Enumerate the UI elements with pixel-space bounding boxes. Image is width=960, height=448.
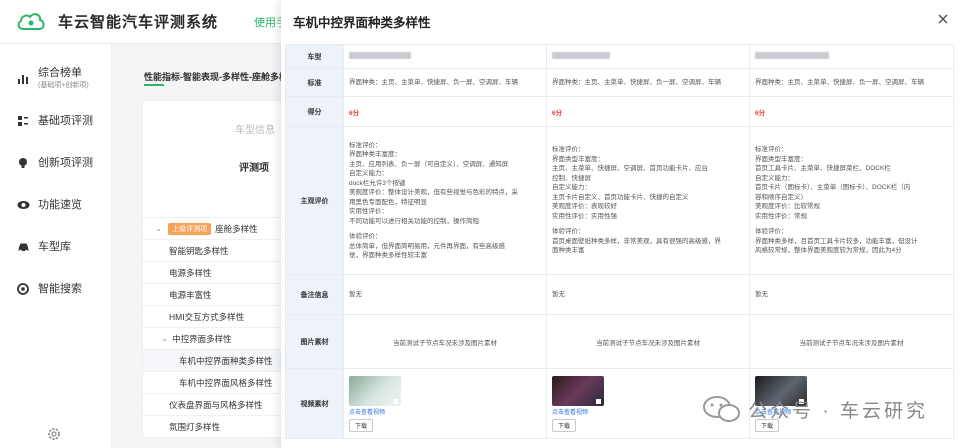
score-value: 6分 [546,96,750,127]
tree-item-label: 中控界面多样性 [172,333,232,344]
notes-value: 暂无 [546,274,750,315]
drawer-title: 车机中控界面种类多样性 [293,16,431,30]
sidebar-item-overall-ranking[interactable]: 综合榜单 (基础项+创新项) [0,58,111,100]
model-info-label: 车型信息 [235,125,275,136]
sidebar-item-label: 创新项评测 [38,157,93,169]
score-text: 6分 [349,109,360,117]
row-label: 标准 [285,68,344,97]
list-icon [16,114,30,128]
tree-item-label: 电源丰富性 [169,289,212,300]
gear-icon[interactable] [46,426,62,442]
sidebar-item-basic-eval[interactable]: 基础项评测 [0,100,111,142]
model-name-redacted [546,44,750,69]
play-icon [596,398,601,404]
eval-items-header: 评测项 [239,163,269,174]
close-icon[interactable] [936,12,950,26]
image-note: 当前测试子节点车况未涉及图片素材 [749,314,954,369]
tree-item-label: 座舱多样性 [215,223,258,234]
logo[interactable]: 车云智能汽车评测系统 [16,11,218,33]
chevron-down-icon: ⌄ [155,223,163,233]
bar-chart-icon [16,72,30,86]
sidebar-item-sublabel: (基础项+创新项) [38,81,89,89]
sidebar-item-feature-overview[interactable]: 功能速览 [0,184,111,226]
score-value: 6分 [749,96,954,127]
sidebar: 综合榜单 (基础项+创新项) 基础项评测 创新项评测 功能速览 车型库 智能搜索 [0,44,112,448]
video-thumbnail[interactable] [349,375,401,406]
download-button[interactable]: 下载 [349,418,374,432]
row-label: 图片素材 [285,314,344,369]
watermark: 公众号 · 车云研究 [702,394,928,424]
download-button[interactable]: 下载 [552,418,577,432]
eye-icon [16,198,30,212]
row-label: 主观评价 [285,126,344,275]
sidebar-item-label: 综合榜单 [38,66,82,79]
criterion-text: 界面种类：主页、主菜单、快捷屏、负一屏、空调屏、车辆 [749,68,954,97]
tree-item-label: HMI交互方式多样性 [169,311,245,322]
app-title: 车云智能汽车评测系统 [58,14,219,31]
play-icon [393,398,398,404]
score-text: 6分 [552,109,563,117]
subjective-eval: 标准评价： 界面类型丰富度： 首页工具卡片、主菜单、快捷屏菜栏、DOCK栏 自定义能力… [749,126,954,275]
row-image: 图片素材 当前测试子节点车况未涉及图片素材 当前测试子节点车况未涉及图片素材 当… [285,314,954,369]
breadcrumb-underline [144,84,164,86]
row-label: 备注信息 [285,274,344,315]
video-cell: 点击查看视频 下载 [343,368,547,439]
row-label: 得分 [285,96,344,127]
breadcrumb: 性能指标-智能表现-多样性-座舱多样性 [144,72,297,82]
sidebar-item-label: 基础项评测 [38,115,93,127]
score-value: 6分 [343,96,547,127]
image-note: 当前测试子节点车况未涉及图片素材 [343,314,547,369]
view-video-link[interactable]: 点击查看视频 [349,407,541,416]
car-icon [16,240,30,254]
notes-value: 暂无 [749,274,954,315]
row-label: 视频素材 [285,368,344,439]
row-criterion: 标准 界面种类：主页、主菜单、快捷屏、负一屏、空调屏、车辆 界面种类：主页、主菜… [285,68,954,97]
parent-tag: 上级评测项 [168,222,212,235]
row-subjective: 主观评价 标准评价： 界面种类丰富度： 主页、应用列表、负一屏（可自定义）、空调屏、… [285,126,954,275]
model-name-redacted [749,44,954,69]
detail-drawer: 车机中控界面种类多样性 车型 标准 界面种类：主页、主菜单、快捷屏、负一屏、空调… [281,0,960,448]
sidebar-item-label: 功能速览 [38,199,82,211]
comparison-table: 车型 标准 界面种类：主页、主菜单、快捷屏、负一屏、空调屏、车辆 界面种类：主页… [285,44,954,439]
watermark-text: 公众号 · 车云研究 [748,400,928,422]
score-text: 6分 [755,109,766,117]
model-name-redacted [343,44,547,69]
row-label: 车型 [285,44,344,69]
video-thumbnail[interactable] [552,375,604,406]
cloud-car-logo-icon [17,12,45,30]
row-score: 得分 6分 6分 6分 [285,96,954,127]
sidebar-item-smart-search[interactable]: 智能搜索 [0,268,111,310]
tree-item-label: 车机中控界面风格多样性 [179,377,273,388]
criterion-text: 界面种类：主页、主菜单、快捷屏、负一屏、空调屏、车辆 [546,68,750,97]
criterion-text: 界面种类：主页、主菜单、快捷屏、负一屏、空调屏、车辆 [343,68,547,97]
tree-item-label: 仪表盘界面与风格多样性 [169,399,263,410]
tree-item-label: 氛围灯多样性 [169,421,221,432]
tree-item-label: 车机中控界面种类多样性 [179,355,273,366]
row-notes: 备注信息 暂无 暂无 暂无 [285,274,954,315]
sidebar-item-car-library[interactable]: 车型库 [0,226,111,268]
sidebar-item-label: 智能搜索 [38,283,82,295]
chevron-down-icon: ⌄ [161,333,169,343]
image-note: 当前测试子节点车况未涉及图片素材 [546,314,750,369]
subjective-eval: 标准评价： 界面种类丰富度： 主页、应用列表、负一屏（可自定义）、空调屏、通知屏 自定… [343,126,547,275]
bulb-icon [16,156,30,170]
subjective-eval: 标准评价： 界面类型丰富度： 主页、主菜单、快捷屏、空调屏、首页功能卡片、应台 控制、… [546,126,750,275]
wechat-icon [703,396,741,422]
tree-item-label: 电源多样性 [169,267,212,278]
ai-search-icon [16,282,30,296]
row-model: 车型 [285,44,954,69]
sidebar-item-innovation-eval[interactable]: 创新项评测 [0,142,111,184]
notes-value: 暂无 [343,274,547,315]
tree-item-label: 智能钥匙多样性 [169,245,229,256]
sidebar-item-label: 车型库 [38,241,71,253]
